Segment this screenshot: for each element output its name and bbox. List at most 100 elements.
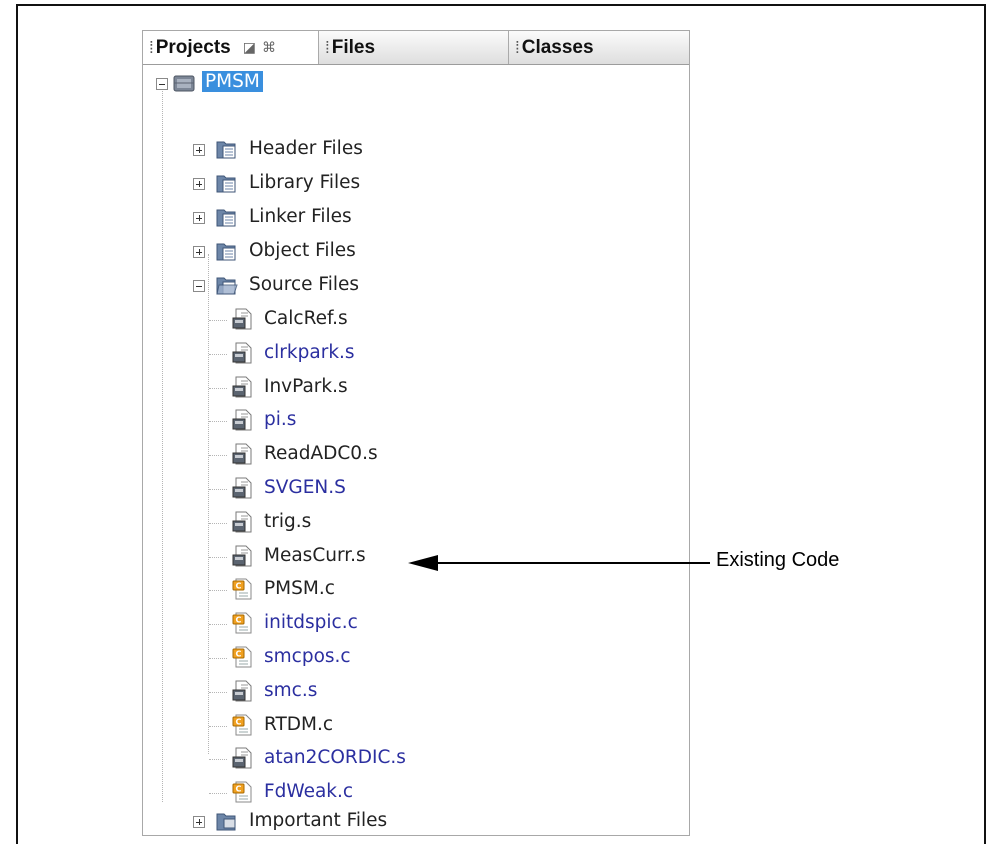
tree-connector (209, 522, 227, 524)
folder-label: Header Files (249, 138, 363, 159)
annotation-arrow-line (436, 562, 710, 564)
source-file-row[interactable]: CalcRef.s (143, 304, 683, 336)
tab-files[interactable]: ⁞ Files (319, 31, 509, 64)
tree-connector (209, 624, 227, 626)
tab-bar: ⁞ Projects ◪ ⌘ ⁞ Files ⁞ Classes (143, 31, 689, 65)
project-chip-icon (173, 75, 195, 92)
logical-folder-icon (216, 175, 236, 193)
important-folder-icon (216, 813, 236, 831)
tree-row-header-files[interactable]: Header Files (143, 134, 683, 166)
source-file-row[interactable]: atan2CORDIC.s (143, 743, 683, 775)
tree-connector (209, 658, 227, 659)
collapse-toggle-icon[interactable] (193, 280, 205, 292)
asm-file-icon (232, 308, 252, 330)
tree-row-linker-files[interactable]: Linker Files (143, 202, 683, 234)
tab-projects-label: Projects (155, 36, 231, 58)
expand-toggle-icon[interactable] (193, 212, 205, 224)
source-file-label: clrkpark.s (264, 341, 355, 363)
source-file-row[interactable]: C FdWeak.c (143, 777, 683, 809)
tab-projects[interactable]: ⁞ Projects ◪ ⌘ (143, 31, 319, 64)
source-file-row[interactable]: ReadADC0.s (143, 439, 683, 471)
source-file-row[interactable]: pi.s (143, 405, 683, 437)
tree-connector (209, 421, 227, 423)
tree-row-object-files[interactable]: Object Files (143, 236, 683, 268)
expand-toggle-icon[interactable] (193, 816, 205, 828)
tree-connector (209, 691, 227, 693)
tree-row-library-files[interactable]: Library Files (143, 168, 683, 200)
project-tree: PMSM Header Files Library Files Linker F… (143, 64, 689, 835)
source-file-label: RTDM.c (264, 713, 334, 735)
svg-text:C: C (236, 717, 242, 726)
source-file-row[interactable]: C RTDM.c (143, 710, 683, 742)
project-label: PMSM (202, 71, 263, 92)
tree-connector (209, 793, 227, 795)
tab-classes[interactable]: ⁞ Classes (509, 31, 689, 64)
logical-folder-icon (216, 209, 236, 227)
asm-file-icon (232, 747, 252, 769)
c-file-icon: C (232, 612, 252, 634)
source-file-label: SVGEN.S (264, 477, 346, 498)
source-file-label: CalcRef.s (264, 308, 348, 329)
asm-file-icon (232, 477, 252, 499)
folder-label: Library Files (249, 172, 361, 193)
tree-connector (209, 725, 227, 727)
projects-panel: ⁞ Projects ◪ ⌘ ⁞ Files ⁞ Classes PMSM He… (142, 30, 690, 836)
tree-connector (209, 489, 227, 490)
logical-folder-icon (216, 141, 236, 159)
tree-connector (209, 455, 227, 457)
drag-grip-icon[interactable]: ⁞ (325, 38, 330, 58)
annotation-label: Existing Code (716, 549, 840, 571)
source-file-label: smc.s (264, 679, 318, 701)
expand-toggle-icon[interactable] (193, 144, 205, 156)
expand-toggle-icon[interactable] (193, 178, 205, 190)
tree-row-project[interactable]: PMSM (143, 68, 683, 100)
tab-classes-label: Classes (521, 36, 594, 58)
annotation-arrowhead (408, 555, 438, 571)
source-file-label: PMSM.c (264, 578, 335, 600)
asm-file-icon (232, 545, 252, 567)
source-file-label: FdWeak.c (264, 781, 354, 803)
svg-text:C: C (236, 582, 242, 591)
drag-grip-icon[interactable]: ⁞ (149, 38, 154, 58)
tree-connector (209, 590, 227, 592)
source-file-row[interactable]: SVGEN.S (143, 473, 683, 505)
asm-file-icon (232, 342, 252, 364)
c-file-icon: C (232, 578, 252, 600)
source-file-row[interactable]: trig.s (143, 507, 683, 539)
drag-grip-icon[interactable]: ⁞ (515, 38, 520, 58)
collapse-toggle-icon[interactable] (156, 78, 168, 90)
asm-file-icon (232, 511, 252, 533)
tree-connector (209, 320, 227, 321)
folder-label: Important Files (249, 810, 388, 831)
asm-file-icon (232, 409, 252, 431)
source-file-row[interactable]: C PMSM.c (143, 574, 683, 606)
source-file-row[interactable]: smc.s (143, 676, 683, 708)
folder-label: Object Files (249, 240, 356, 261)
source-file-row[interactable]: Csmcpos.c (143, 642, 683, 674)
folder-label: Source Files (249, 274, 360, 295)
tree-row-source-files[interactable]: Source Files (143, 270, 683, 302)
source-file-label: InvPark.s (264, 375, 348, 397)
minimize-window-icon[interactable]: ◪ (243, 39, 256, 56)
tree-row-important-files[interactable]: Important Files (143, 806, 683, 838)
svg-text:C: C (236, 616, 242, 625)
source-file-row[interactable]: clrkpark.s (143, 338, 683, 370)
open-logical-folder-icon (216, 277, 238, 295)
tree-connector (209, 556, 227, 558)
logical-folder-icon (216, 243, 236, 261)
source-file-label: atan2CORDIC.s (264, 747, 406, 769)
source-file-label: trig.s (264, 510, 312, 532)
asm-file-icon (232, 376, 252, 398)
source-file-row[interactable]: Cinitdspic.c (143, 608, 683, 640)
source-file-label: MeasCurr.s (264, 544, 366, 566)
source-file-label: pi.s (264, 409, 297, 431)
close-tab-icon[interactable]: ⌘ (262, 39, 276, 56)
expand-toggle-icon[interactable] (193, 246, 205, 258)
folder-label: Linker Files (249, 206, 352, 227)
c-file-icon: C (232, 646, 252, 668)
svg-text:C: C (236, 785, 242, 794)
source-file-label: initdspic.c (264, 612, 358, 634)
source-file-row[interactable]: InvPark.s (143, 372, 683, 404)
tree-connector (209, 353, 227, 355)
c-file-icon: C (232, 781, 252, 803)
